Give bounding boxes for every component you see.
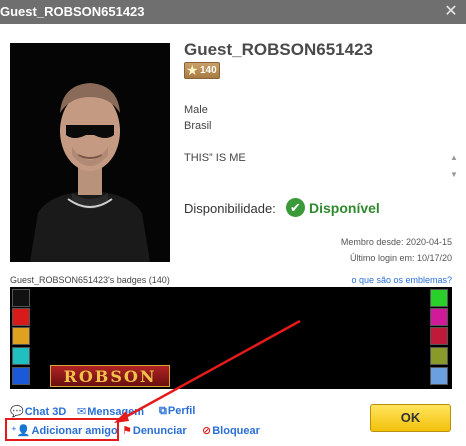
- name-badge[interactable]: ROBSON: [50, 365, 170, 387]
- badges-title: Guest_ROBSON651423's badges (140): [10, 275, 170, 285]
- report-label: Denunciar: [132, 425, 187, 437]
- block-link[interactable]: ⊘Bloquear: [202, 424, 260, 437]
- profile-country: Brasil: [184, 120, 212, 132]
- avatar-image: [10, 43, 170, 262]
- scroll-down-arrow-icon[interactable]: ▼: [450, 170, 458, 179]
- availability-label: Disponibilidade:: [184, 201, 276, 216]
- member-since: Membro desde: 2020-04-15: [340, 237, 452, 247]
- close-icon[interactable]: ✕: [442, 3, 460, 21]
- profile-link[interactable]: ⧉Perfil: [159, 405, 195, 418]
- flag-icon: ⚑: [122, 425, 132, 437]
- chat-3d-label: Chat 3D: [24, 406, 67, 418]
- chat-3d-link[interactable]: 💬Chat 3D: [10, 405, 66, 418]
- chat-bubble-icon: 💬: [10, 406, 24, 418]
- badge-right-3[interactable]: [430, 327, 448, 345]
- badge-left-1[interactable]: [12, 289, 30, 307]
- badge-right-5[interactable]: [430, 367, 448, 385]
- external-link-icon: ⧉: [159, 405, 167, 417]
- report-link[interactable]: ⚑Denunciar: [122, 424, 187, 437]
- block-icon: ⊘: [202, 425, 212, 437]
- title-bar: Guest_ROBSON651423 ✕: [0, 0, 466, 24]
- envelope-icon: ✉: [77, 406, 87, 418]
- profile-label: Perfil: [167, 405, 196, 417]
- scroll-up-arrow-icon[interactable]: ▲: [450, 153, 458, 162]
- avatar-figure: [10, 43, 170, 262]
- profile-tagline: THIS” IS ME: [184, 152, 246, 164]
- ok-button[interactable]: OK: [370, 404, 451, 432]
- badge-right-1[interactable]: [430, 289, 448, 307]
- level-number: 140: [200, 65, 217, 76]
- message-link[interactable]: ✉Mensagem: [77, 405, 144, 418]
- last-login: Último login em: 10/17/20: [349, 253, 452, 263]
- badge-right-4[interactable]: [430, 347, 448, 365]
- star-icon: ★: [186, 62, 199, 78]
- profile-gender: Male: [184, 104, 208, 116]
- level-badge: ★ 140: [184, 62, 220, 79]
- badge-panel: ROBSON: [10, 287, 452, 389]
- block-label: Bloquear: [212, 425, 260, 437]
- emblems-help-link[interactable]: o que são os emblemas?: [351, 275, 452, 285]
- message-label: Mensagem: [87, 406, 145, 418]
- badge-left-3[interactable]: [12, 327, 30, 345]
- availability-status: Disponível: [309, 200, 380, 216]
- name-badge-text: ROBSON: [63, 367, 157, 386]
- profile-username: Guest_ROBSON651423: [184, 40, 373, 59]
- highlight-annotation-box: [5, 418, 119, 441]
- badge-right-2[interactable]: [430, 308, 448, 326]
- badge-left-4[interactable]: [12, 347, 30, 365]
- badge-left-5[interactable]: [12, 367, 30, 385]
- window-title: Guest_ROBSON651423: [0, 4, 145, 19]
- badge-left-2[interactable]: [12, 308, 30, 326]
- checkmark-icon: ✔: [286, 198, 305, 217]
